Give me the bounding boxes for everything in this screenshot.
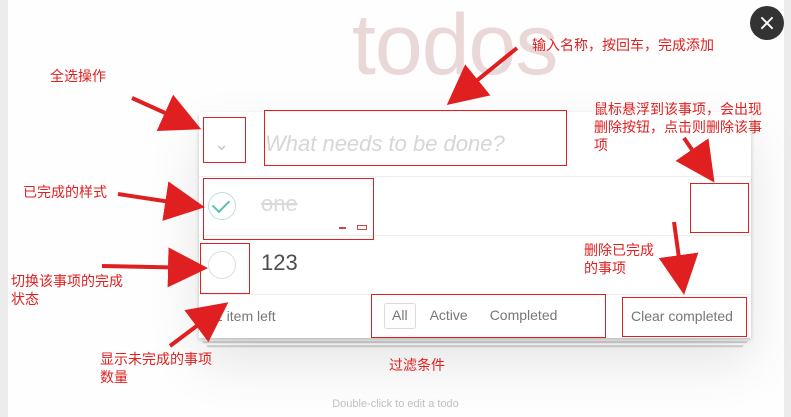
annotation-box-clear [622, 297, 747, 337]
edit-hint: Double-click to edit a todo [332, 398, 459, 410]
annotation-box-input [264, 110, 567, 166]
annotation-box-completed [203, 178, 374, 240]
note-select-all: 全选操作 [50, 69, 106, 85]
stack-shadow-1 [203, 338, 747, 342]
note-items-left: 显示未完成的事项 数量 [100, 352, 212, 386]
note-hover-delete: 鼠标悬浮到该事项，会出现 删除按钮，点击则删除该事 项 [594, 102, 762, 154]
annotation-box-toggle [200, 243, 250, 294]
close-button[interactable]: × [750, 6, 784, 40]
note-filter-conditions: 过滤条件 [389, 358, 445, 374]
close-icon: × [757, 10, 777, 36]
todo-label: 123 [261, 250, 298, 275]
note-toggle-state: 切换该事项的完成 状态 [11, 274, 123, 308]
annotation-box-filters [371, 294, 606, 338]
stack-shadow-2 [207, 342, 743, 346]
annotation-box-toggle-all [203, 117, 246, 163]
todo-item[interactable]: 123 [199, 236, 751, 295]
note-clear-completed: 删除已完成 的事项 [584, 243, 654, 277]
items-left-count: 1 item left [215, 308, 276, 324]
note-input-hint: 输入名称，按回车，完成添加 [532, 38, 714, 54]
annotation-box-delete [690, 183, 749, 233]
note-completed-style: 已完成的样式 [23, 185, 107, 201]
